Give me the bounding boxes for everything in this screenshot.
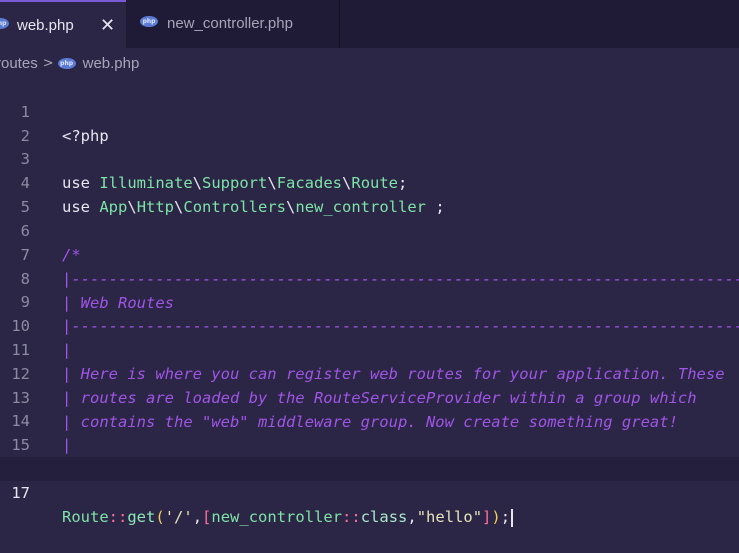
code-line[interactable]: 14 |: [0, 385, 739, 454]
php-file-icon: php: [140, 16, 158, 27]
php-file-icon: php: [57, 57, 76, 69]
code-line[interactable]: 8 | Web Routes: [0, 243, 739, 312]
code-line[interactable]: 1 <?php: [0, 76, 739, 145]
breadcrumb: routes > php web.php: [0, 52, 139, 74]
code-line[interactable]: 6 /*: [0, 195, 739, 264]
breadcrumb-folder[interactable]: routes: [0, 55, 38, 72]
code-line-current[interactable]: 17 Route::get('/',[new_controller::class…: [0, 457, 739, 527]
chevron-right-icon: >: [42, 55, 54, 71]
code-line[interactable]: 2: [0, 100, 739, 145]
code-line[interactable]: 9 |-------------------------------------…: [0, 266, 739, 335]
line-number: 17: [11, 484, 30, 502]
tab-label: web.php: [17, 17, 74, 34]
text-cursor: [511, 508, 514, 527]
code-line[interactable]: 16: [0, 433, 739, 478]
code-line[interactable]: 10 |: [0, 290, 739, 359]
tab-bar: php web.php ✕ php new_controller.php: [0, 0, 739, 48]
code-line[interactable]: 3 use Illuminate\Support\Facades\Route;: [0, 123, 739, 192]
close-icon[interactable]: ✕: [100, 15, 115, 36]
code-line[interactable]: 11 | Here is where you can register web …: [0, 314, 739, 383]
tab-web-php[interactable]: php web.php ✕: [0, 0, 126, 48]
tab-label: new_controller.php: [167, 15, 293, 32]
php-file-icon: php: [0, 18, 9, 29]
code-line[interactable]: 15 */: [0, 409, 739, 478]
tab-new-controller-php[interactable]: php new_controller.php: [126, 0, 340, 48]
code-line[interactable]: 7 |-------------------------------------…: [0, 219, 739, 288]
code-line[interactable]: 12 | routes are loaded by the RouteServi…: [0, 338, 739, 407]
breadcrumb-file[interactable]: web.php: [83, 55, 140, 72]
code-line[interactable]: 5: [0, 171, 739, 216]
code-line[interactable]: 4 use App\Http\Controllers\new_controlle…: [0, 147, 739, 216]
code-line[interactable]: 13 | contains the "web" middleware group…: [0, 362, 739, 431]
route-statement: Route::get('/',[new_controller::class,"h…: [62, 505, 514, 529]
